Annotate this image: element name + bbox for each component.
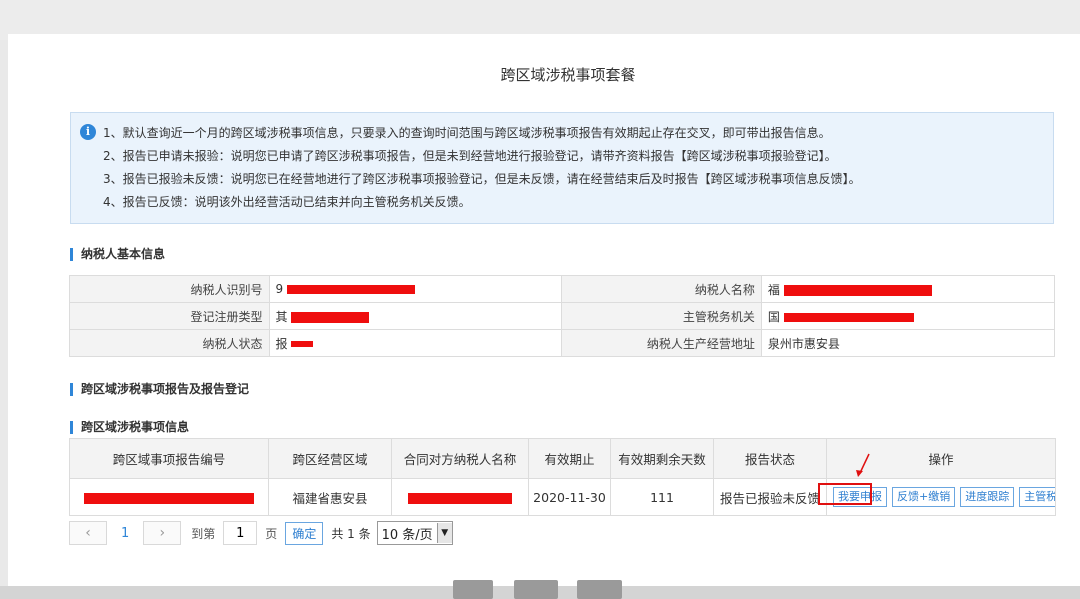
table-header-row: 跨区域事项报告编号 跨区经营区域 合同对方纳税人名称 有效期止 有效期剩余天数 … (69, 438, 1056, 479)
value-taxpayer-name: 福 (760, 275, 1056, 303)
confirm-button[interactable]: 确定 (285, 521, 324, 545)
total-count: 共 1 条 (331, 526, 371, 541)
redaction-mark (291, 311, 370, 323)
page-unit-label: 页 (265, 526, 278, 541)
goto-page-input[interactable] (223, 521, 258, 545)
toolbar-button[interactable] (577, 580, 622, 599)
notice-line-1: 1、默认查询近一个月的跨区域涉税事项信息，只要录入的查询时间范围与跨区域涉税事项… (103, 126, 831, 140)
value-registration-type: 其 (268, 302, 563, 330)
cell-status: 报告已报验未反馈 (713, 478, 827, 516)
redaction-mark (84, 492, 254, 504)
label-registration-type: 登记注册类型 (69, 302, 270, 330)
redaction-mark (291, 341, 314, 347)
goto-label: 到第 (191, 526, 216, 541)
report-section-title: 跨区域涉税事项报告及报告登记 (70, 383, 249, 396)
chevron-right-icon[interactable]: › (143, 521, 182, 545)
notice-box: i 1、默认查询近一个月的跨区域涉税事项信息，只要录入的查询时间范围与跨区域涉税… (70, 112, 1054, 224)
redaction-mark (408, 492, 512, 504)
modal-title: 跨区域涉税事项套餐 (500, 66, 636, 84)
label-taxpayer-name: 纳税人名称 (561, 275, 762, 303)
notice-line-4: 4、报告已反馈：说明该外出经营活动已结束并向主管税务机关反馈。 (103, 195, 471, 209)
chevron-left-icon[interactable]: ‹ (69, 521, 107, 545)
label-business-address: 纳税人生产经营地址 (561, 329, 762, 357)
cell-report-no (69, 478, 269, 516)
cell-region: 福建省惠安县 (268, 478, 392, 516)
label-taxpayer-status: 纳税人状态 (69, 329, 270, 357)
cell-expire-date: 2020-11-30 (528, 478, 611, 516)
cell-counterparty (391, 478, 529, 516)
column-header[interactable]: 跨区域事项报告编号 (69, 438, 269, 479)
highlight-box (818, 483, 872, 505)
table-row: 福建省惠安县 2020-11-30 111 报告已报验未反馈 我要申报 反馈+缴销… (69, 478, 1056, 516)
value-tax-authority: 国 (760, 302, 1056, 330)
table-row: 纳税人状态 报 纳税人生产经营地址 泉州市惠安县 (69, 329, 1056, 357)
label-tax-authority: 主管税务机关 (561, 302, 762, 330)
redaction-mark (783, 312, 914, 322)
column-header[interactable]: 合同对方纳税人名称 (391, 438, 529, 479)
notice-line-2: 2、报告已申请未报验：说明您已申请了跨区涉税事项报告，但是未到经营地进行报验登记… (103, 149, 837, 163)
toolbar-button[interactable] (514, 580, 558, 599)
modal-dialog: 跨区域涉税事项套餐 i 1、默认查询近一个月的跨区域涉税事项信息，只要录入的查询… (8, 34, 1080, 599)
value-business-address: 泉州市惠安县 (760, 329, 1056, 357)
taxpayer-section-title: 纳税人基本信息 (70, 248, 165, 261)
label-taxpayer-id: 纳税人识别号 (69, 275, 270, 303)
feedback-cancel-button[interactable]: 反馈+缴销 (892, 487, 956, 507)
column-header[interactable]: 报告状态 (713, 438, 827, 479)
chevron-down-icon: ▼ (436, 523, 452, 543)
cross-region-table: 跨区域事项报告编号 跨区经营区域 合同对方纳税人名称 有效期止 有效期剩余天数 … (69, 438, 1056, 516)
redaction-mark (783, 284, 932, 296)
redaction-mark (286, 285, 415, 294)
table-row: 登记注册类型 其 主管税务机关 国 (69, 302, 1056, 330)
progress-tracking-button[interactable]: 进度跟踪 (960, 487, 1015, 507)
table-row: 纳税人识别号 9 纳税人名称 福 (69, 275, 1056, 303)
column-header[interactable]: 有效期剩余天数 (610, 438, 714, 479)
toolbar-button[interactable] (453, 580, 493, 599)
info-section-title: 跨区域涉税事项信息 (70, 421, 189, 434)
column-header[interactable]: 跨区经营区域 (268, 438, 392, 479)
value-taxpayer-status: 报 (268, 329, 563, 357)
notice-line-3: 3、报告已报验未反馈：说明您已在经营地进行了跨区涉税事项报验登记，但是未反馈，请… (103, 172, 861, 186)
pagination: ‹ 1 › 到第 页 确定 共 1 条 10 条/页 ▼ (69, 520, 453, 546)
taxpayer-info-table: 纳税人识别号 9 纳税人名称 福 登记注册类型 其 主管税务机关 国 纳税人状态… (69, 275, 1056, 357)
tax-authority-button[interactable]: 主管税 (1019, 487, 1055, 507)
value-taxpayer-id: 9 (268, 275, 563, 303)
page-number[interactable]: 1 (121, 526, 129, 541)
column-header[interactable]: 有效期止 (528, 438, 611, 479)
red-arrow-icon (856, 453, 870, 477)
cell-days-left: 111 (610, 478, 714, 516)
page-size-select[interactable]: 10 条/页 ▼ (376, 521, 453, 545)
